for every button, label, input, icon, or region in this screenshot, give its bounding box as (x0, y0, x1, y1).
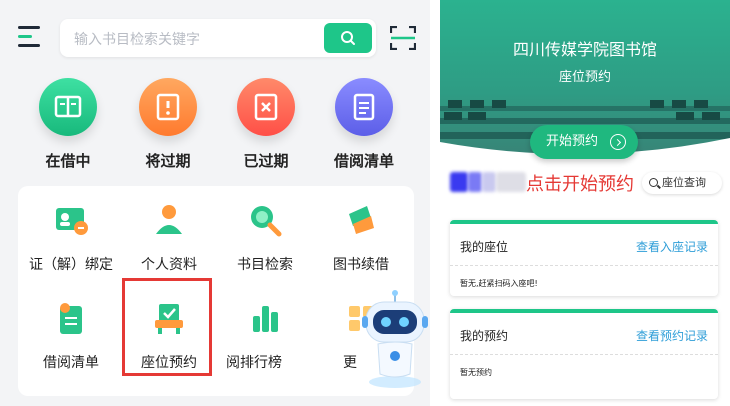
clock-book-icon (139, 78, 197, 136)
card-header: 我的座位 查看入座记录 (450, 224, 718, 266)
search-icon (649, 178, 658, 187)
start-reservation-label: 开始预约 (546, 134, 599, 149)
card-tip: 暂无预约 (460, 368, 492, 377)
quick-actions: 在借中 将过期 已过期 借阅清单 (0, 72, 430, 182)
search-input[interactable]: 输入书目检索关键字 (74, 29, 200, 49)
card-title: 我的预约 (460, 329, 509, 343)
library-home-panel: 输入书目检索关键字 在借中 将过期 已过期 借阅清单 证（解）绑定 个人资料 书… (0, 0, 430, 406)
quick-item-expired[interactable]: 已过期 (220, 78, 312, 178)
renew-icon (341, 200, 381, 240)
robot-mascot-icon[interactable] (360, 290, 430, 390)
grid-item-profile[interactable]: 个人资料 (120, 186, 218, 282)
grid-item-label: 书目检索 (237, 257, 293, 273)
search-button[interactable] (324, 23, 372, 53)
view-seat-records-link[interactable]: 查看入座记录 (636, 238, 708, 255)
grid-item-renew[interactable]: 图书续借 (312, 186, 410, 282)
book-icon (39, 78, 97, 136)
quick-item-borrowing[interactable]: 在借中 (22, 78, 114, 178)
service-grid: 证（解）绑定 个人资料 书目检索 图书续借 借阅清单 座位预约 阅排行榜 更 (18, 186, 414, 396)
id-card-icon (51, 200, 91, 240)
quick-item-label: 在借中 (45, 152, 91, 170)
seat-reservation-panel: 四川传媒学院图书馆 座位预约 开始预约 点击开始预约 座位查询 我的座位 查看入… (440, 0, 730, 406)
grid-item-label: 个人资料 (141, 257, 197, 273)
card-body: 暂无,赶紧扫码入座吧! (450, 266, 718, 296)
screenshot-root: 输入书目检索关键字 在借中 将过期 已过期 借阅清单 证（解）绑定 个人资料 书… (0, 0, 730, 406)
seat-query-label: 座位查询 (662, 176, 706, 189)
card-tip: 暂无,赶紧扫码入座吧! (460, 279, 538, 288)
hint-text: 点击开始预约 (526, 174, 634, 195)
card-title: 我的座位 (460, 240, 509, 254)
scan-icon[interactable] (389, 25, 417, 51)
avatar (450, 168, 530, 196)
seat-query-button[interactable]: 座位查询 (642, 172, 722, 194)
grid-item-reading-list[interactable]: 借阅清单 (22, 284, 120, 380)
top-bar: 输入书目检索关键字 (0, 0, 430, 70)
search-bar: 输入书目检索关键字 (60, 19, 376, 57)
my-reservation-card: 我的预约 查看预约记录 暂无预约 (450, 309, 718, 399)
grid-item-label: 图书续借 (333, 257, 389, 273)
grid-item-label: 证（解）绑定 (29, 257, 113, 273)
hero-banner: 四川传媒学院图书馆 座位预约 开始预约 (440, 0, 730, 168)
card-body: 暂无预约 (450, 355, 718, 399)
list-icon (335, 78, 393, 136)
quick-item-label: 借阅清单 (333, 152, 394, 170)
arrow-right-icon (610, 134, 626, 150)
start-reservation-button[interactable]: 开始预约 (530, 125, 638, 159)
quick-item-label: 已过期 (243, 152, 289, 170)
page-subtitle: 座位预约 (558, 70, 611, 85)
my-seat-card: 我的座位 查看入座记录 暂无,赶紧扫码入座吧! (450, 220, 718, 296)
library-title: 四川传媒学院图书馆 (512, 40, 657, 59)
ranking-icon (245, 298, 285, 338)
grid-item-label: 借阅清单 (43, 355, 99, 371)
quick-item-expiring[interactable]: 将过期 (122, 78, 214, 178)
search-icon (245, 200, 285, 240)
quick-item-reading-list[interactable]: 借阅清单 (318, 78, 410, 178)
highlight-box (122, 278, 212, 376)
person-icon (149, 200, 189, 240)
grid-item-card-binding[interactable]: 证（解）绑定 (22, 186, 120, 282)
expired-book-icon (237, 78, 295, 136)
search-icon (341, 31, 355, 45)
grid-item-catalog-search[interactable]: 书目检索 (216, 186, 314, 282)
menu-icon[interactable] (18, 26, 44, 48)
reading-list-icon (51, 298, 91, 338)
quick-item-label: 将过期 (145, 152, 191, 170)
view-reservation-records-link[interactable]: 查看预约记录 (636, 327, 708, 344)
card-header: 我的预约 查看预约记录 (450, 313, 718, 355)
